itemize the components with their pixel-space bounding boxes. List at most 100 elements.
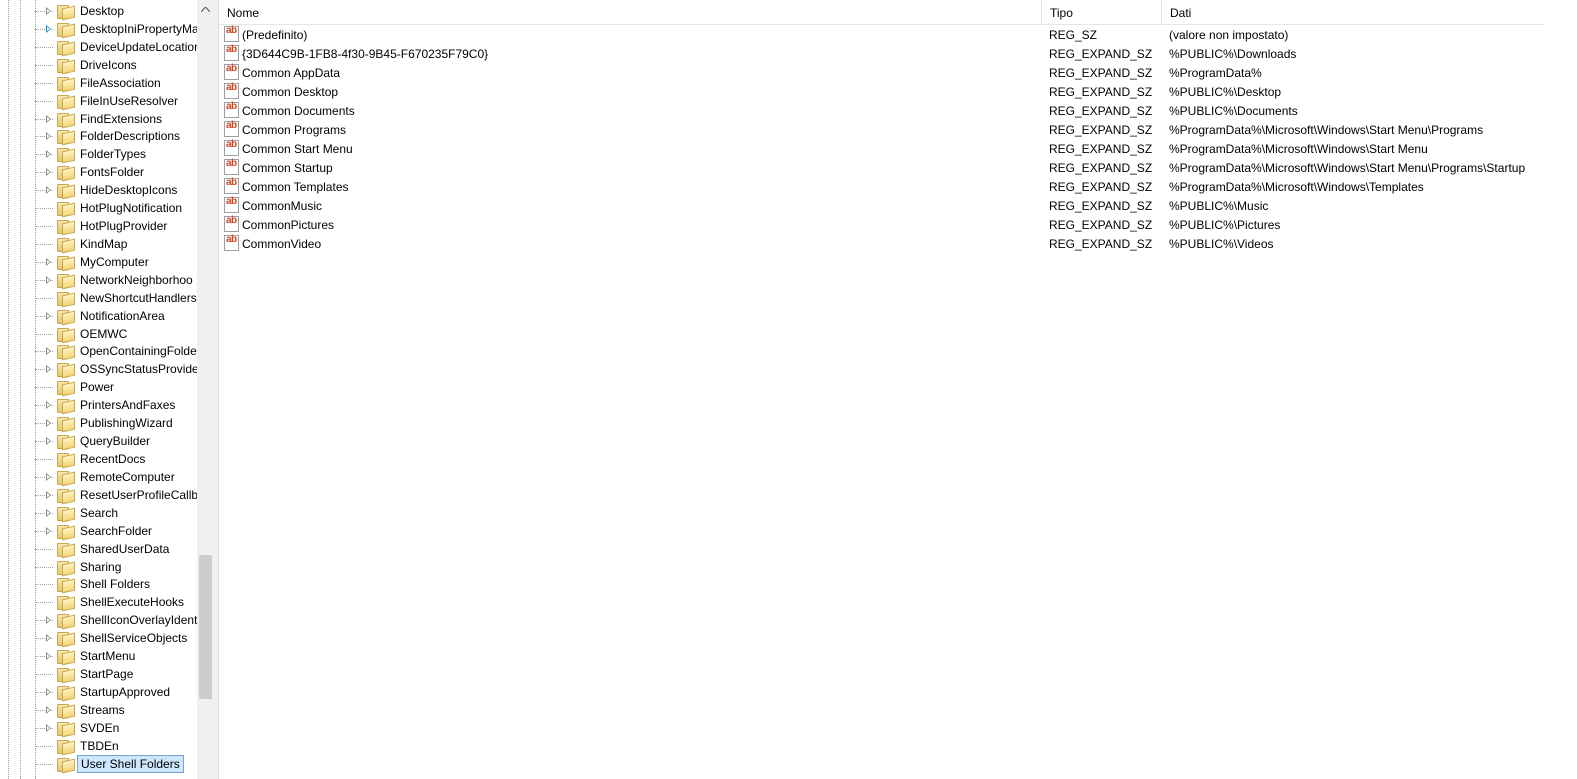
tree-expand-arrow-icon[interactable] bbox=[46, 526, 51, 535]
tree-expand-arrow-icon[interactable] bbox=[46, 687, 51, 696]
tree-item[interactable]: FontsFolder bbox=[0, 163, 198, 182]
tree-item-label: OEMWC bbox=[80, 326, 128, 341]
tree-expand-arrow-icon[interactable] bbox=[46, 7, 51, 15]
tree-item[interactable]: HideDesktopIcons bbox=[0, 181, 198, 200]
tree-item[interactable]: OpenContainingFolde bbox=[0, 342, 198, 361]
tree-expand-arrow-icon[interactable] bbox=[46, 616, 51, 625]
folder-icon bbox=[57, 4, 75, 21]
tree-item[interactable]: FindExtensions bbox=[0, 110, 198, 128]
tree-item[interactable]: SharedUserData bbox=[0, 540, 198, 558]
column-header-data[interactable]: Dati bbox=[1162, 0, 1544, 24]
tree-item[interactable]: NetworkNeighborhoo bbox=[0, 271, 198, 290]
value-row[interactable]: ab Common Start Menu REG_EXPAND_SZ %Program… bbox=[219, 139, 1544, 158]
tree-item[interactable]: OSSyncStatusProvider bbox=[0, 360, 203, 379]
value-row[interactable]: ab Common AppData REG_EXPAND_SZ %ProgramDat… bbox=[219, 63, 1544, 82]
folder-icon bbox=[57, 380, 75, 397]
tree-item-label: Streams bbox=[80, 702, 125, 717]
value-row[interactable]: ab Common Desktop REG_EXPAND_SZ %PUBLIC%\De… bbox=[219, 82, 1544, 101]
registry-key-tree[interactable]: Desktop DesktopIniPropertyMa DeviceUpdateL… bbox=[0, 0, 214, 779]
tree-item[interactable]: FolderDescriptions bbox=[0, 127, 198, 146]
tree-item[interactable]: MyComputer bbox=[0, 253, 198, 272]
tree-expand-arrow-icon[interactable] bbox=[46, 365, 51, 374]
value-row[interactable]: ab CommonVideo REG_EXPAND_SZ %PUBLIC%\Video… bbox=[219, 234, 1544, 253]
value-row[interactable]: ab Common Documents REG_EXPAND_SZ %PUBLIC%\… bbox=[219, 101, 1544, 120]
tree-expand-arrow-icon[interactable] bbox=[46, 508, 51, 517]
value-row[interactable]: ab (Predefinito) REG_SZ (valore non imposta… bbox=[219, 25, 1544, 44]
tree-item[interactable]: StartMenu bbox=[0, 647, 198, 666]
tree-item-label: NotificationArea bbox=[80, 308, 165, 323]
tree-item[interactable]: HotPlugNotification bbox=[0, 199, 198, 218]
value-data: %ProgramData%\Microsoft\Windows\Start Me… bbox=[1169, 161, 1526, 175]
tree-item[interactable]: PrintersAndFaxes bbox=[0, 396, 198, 415]
tree-expand-arrow-icon[interactable] bbox=[46, 275, 51, 284]
tree-item[interactable]: ShellIconOverlayIdent bbox=[0, 611, 198, 630]
tree-item[interactable]: SearchFolder bbox=[0, 522, 198, 541]
tree-item[interactable]: OEMWC bbox=[0, 325, 198, 343]
value-row[interactable]: ab {3D644C9B-1FB8-4f30-9B45-F670235F79C0}… bbox=[219, 44, 1544, 63]
tree-item[interactable]: StartupApproved bbox=[0, 683, 198, 702]
tree-expand-arrow-icon[interactable] bbox=[46, 168, 51, 177]
tree-expand-arrow-icon[interactable] bbox=[46, 419, 51, 428]
tree-item[interactable]: QueryBuilder bbox=[0, 432, 198, 451]
tree-item[interactable]: NewShortcutHandlers bbox=[0, 289, 198, 308]
tree-expand-arrow-icon[interactable] bbox=[46, 652, 51, 661]
tree-expand-arrow-icon[interactable] bbox=[46, 705, 51, 714]
value-type: REG_EXPAND_SZ bbox=[1049, 142, 1153, 156]
tree-item[interactable]: User Shell Folders bbox=[0, 754, 198, 774]
folder-icon bbox=[57, 613, 75, 630]
tree-item[interactable]: NotificationArea bbox=[0, 307, 198, 326]
tree-item[interactable]: StartPage bbox=[0, 665, 198, 684]
tree-item[interactable]: Sharing bbox=[0, 558, 198, 576]
tree-item[interactable]: TBDEn bbox=[0, 737, 198, 756]
tree-item[interactable]: Power bbox=[0, 378, 198, 397]
tree-item[interactable]: Search bbox=[0, 504, 198, 523]
scroll-up-arrow-icon[interactable] bbox=[197, 0, 214, 20]
tree-expand-arrow-icon[interactable] bbox=[46, 723, 51, 732]
tree-item[interactable]: FileAssociation bbox=[0, 74, 198, 93]
tree-expand-arrow-icon[interactable] bbox=[46, 490, 51, 499]
tree-item[interactable]: DriveIcons bbox=[0, 56, 198, 75]
tree-item[interactable]: SVDEn bbox=[0, 719, 198, 738]
tree-item[interactable]: ShellExecuteHooks bbox=[0, 593, 198, 612]
tree-expand-arrow-icon[interactable] bbox=[46, 472, 51, 481]
value-row[interactable]: ab CommonPictures REG_EXPAND_SZ %PUBLIC%\Pi… bbox=[219, 215, 1544, 234]
tree-item[interactable]: HotPlugProvider bbox=[0, 217, 198, 236]
column-header-name[interactable]: Nome bbox=[219, 0, 1042, 24]
tree-expand-arrow-icon[interactable] bbox=[46, 634, 51, 643]
tree-expand-arrow-icon[interactable] bbox=[46, 132, 51, 141]
tree-expand-arrow-icon[interactable] bbox=[46, 186, 51, 195]
tree-item[interactable]: FolderTypes bbox=[0, 145, 198, 164]
tree-expand-arrow-icon[interactable] bbox=[46, 311, 51, 320]
folder-icon bbox=[57, 183, 75, 200]
value-row[interactable]: ab Common Templates REG_EXPAND_SZ %ProgramD… bbox=[219, 177, 1544, 196]
registry-values-list[interactable]: Nome Tipo Dati ab (Predefinito) REG_SZ (val… bbox=[219, 0, 1577, 779]
tree-item[interactable]: RecentDocs bbox=[0, 450, 198, 469]
column-header-type[interactable]: Tipo bbox=[1042, 0, 1162, 24]
tree-connector-line bbox=[35, 243, 53, 245]
tree-expand-arrow-icon[interactable] bbox=[46, 347, 51, 356]
tree-expand-arrow-icon[interactable] bbox=[46, 437, 51, 446]
value-row[interactable]: ab CommonMusic REG_EXPAND_SZ %PUBLIC%\Music bbox=[219, 196, 1544, 215]
value-row[interactable]: ab Common Programs REG_EXPAND_SZ %ProgramDa… bbox=[219, 120, 1544, 139]
tree-item[interactable]: FileInUseResolver bbox=[0, 92, 198, 110]
tree-scroll-thumb[interactable] bbox=[199, 555, 212, 699]
tree-item[interactable]: Streams bbox=[0, 701, 198, 720]
tree-item-label: HotPlugProvider bbox=[80, 219, 168, 234]
tree-item[interactable]: Shell Folders bbox=[0, 575, 198, 594]
tree-item[interactable]: PublishingWizard bbox=[0, 414, 198, 433]
tree-expand-arrow-icon[interactable] bbox=[46, 24, 51, 33]
tree-expand-arrow-icon[interactable] bbox=[46, 114, 51, 123]
tree-vertical-scrollbar[interactable] bbox=[197, 0, 214, 779]
tree-item[interactable]: DeviceUpdateLocation bbox=[0, 38, 201, 57]
tree-item[interactable]: RemoteComputer bbox=[0, 468, 198, 487]
tree-item[interactable]: Desktop bbox=[0, 2, 198, 21]
reg-string-value-icon: ab bbox=[224, 196, 239, 213]
tree-expand-arrow-icon[interactable] bbox=[46, 257, 51, 266]
tree-item[interactable]: KindMap bbox=[0, 235, 198, 254]
value-row[interactable]: ab Common Startup REG_EXPAND_SZ %ProgramDat… bbox=[219, 158, 1544, 177]
tree-item[interactable]: ResetUserProfileCallba bbox=[0, 486, 205, 505]
tree-expand-arrow-icon[interactable] bbox=[46, 150, 51, 159]
tree-item[interactable]: DesktopIniPropertyMa bbox=[0, 20, 199, 39]
tree-item[interactable]: ShellServiceObjects bbox=[0, 629, 198, 648]
tree-expand-arrow-icon[interactable] bbox=[46, 401, 51, 410]
